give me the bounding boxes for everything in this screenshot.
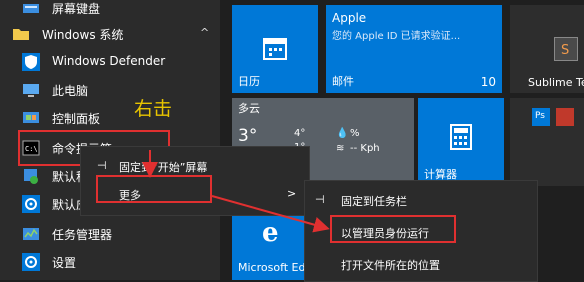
annotation-arrows — [142, 150, 330, 233]
arrow-to-run-as-admin — [211, 195, 330, 233]
